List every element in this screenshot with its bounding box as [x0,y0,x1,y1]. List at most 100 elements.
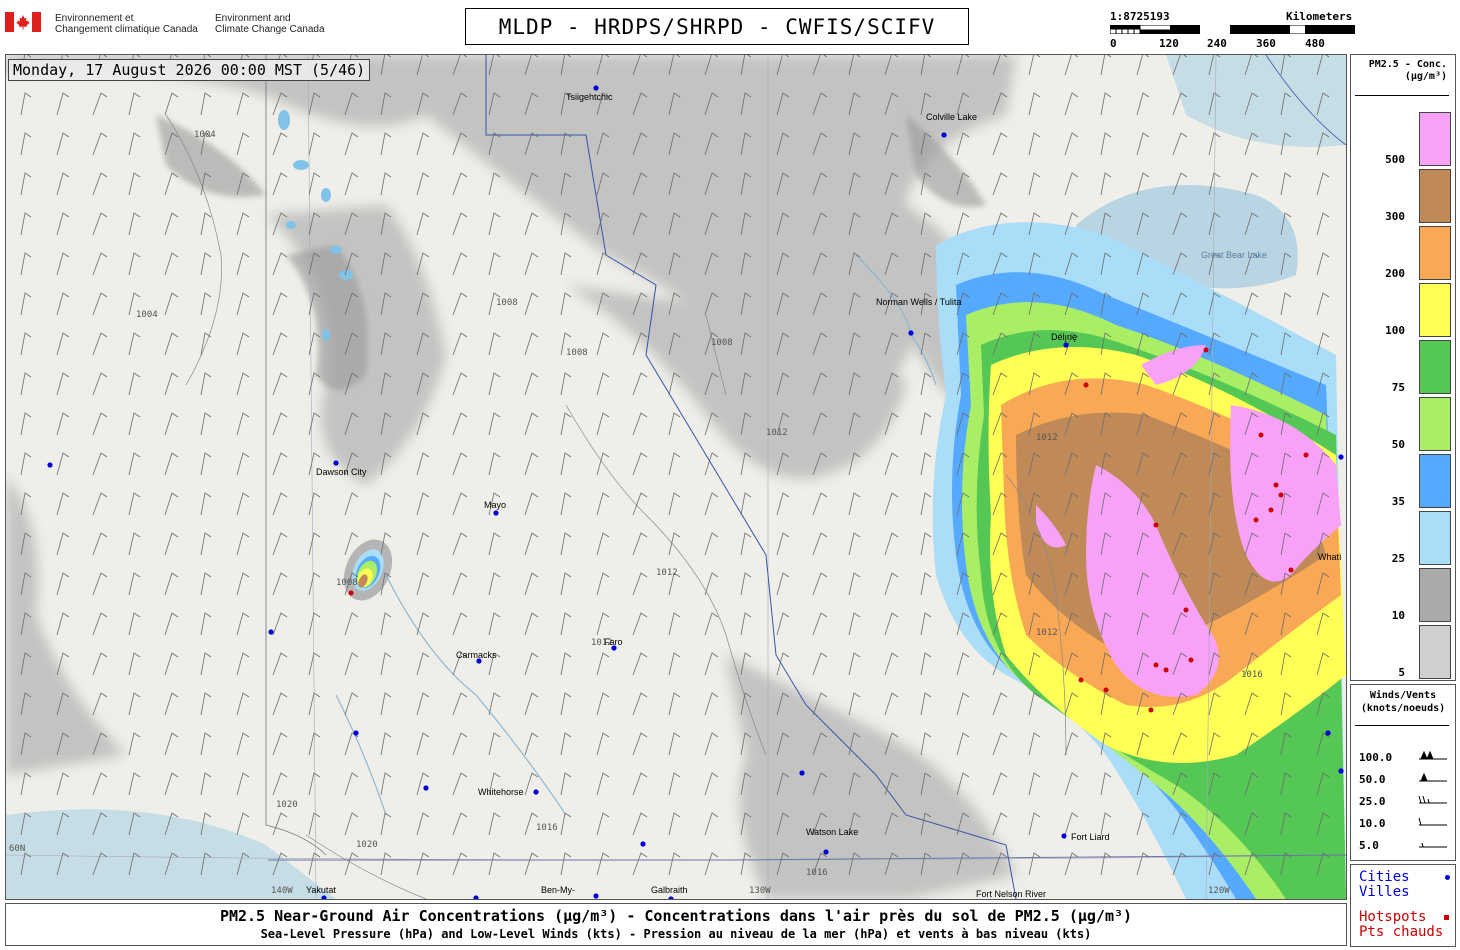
wind-barb [20,772,32,796]
wind-barb [128,412,141,436]
wind-barb [884,692,899,716]
wind-legend-value: 25.0 [1359,795,1386,808]
wind-barb [200,612,212,636]
wind-barb [200,452,212,476]
wind-barb [1064,132,1079,156]
wind-barb [380,652,392,676]
wind-barb [308,412,321,436]
wind-barb [452,252,468,276]
wind-barb [20,172,32,196]
wind-barb [164,692,179,716]
wind-barb [344,812,359,836]
points-legend: Cities Villes Hotspots Pts chauds [1350,864,1456,947]
wind-legend-value: 50.0 [1359,773,1386,786]
wind-barb [344,772,359,796]
wind-barb [452,572,468,596]
wind-barb [1316,252,1330,276]
wind-barb [488,732,501,756]
isobar-label: 1004 [136,310,158,320]
city-label-fort-liard: Fort Liard [1071,832,1110,842]
lake-label-great-bear: Great Bear Lake [1201,250,1267,260]
wind-barb [272,732,288,756]
wind-barb [704,652,719,676]
wind-barb [92,772,108,796]
wind-barb [488,572,501,596]
wind-barb [632,732,648,756]
wind-barb [560,532,572,556]
wind-barb [164,612,179,636]
wind-barb [956,652,970,676]
wind-barb [920,372,932,396]
wind-legend-title: Winds/Vents (knots/noeuds) [1351,689,1455,715]
wind-barb [92,132,108,156]
wind-barb [524,332,539,356]
wind-barb [452,372,468,396]
wind-barb [416,732,430,756]
wind-barb [1280,292,1292,316]
wind-barb [164,372,179,396]
pm25-level-label: 300 [1385,210,1405,223]
wind-barb [632,372,648,396]
wind-barb [164,732,179,756]
wind-barb [920,572,932,596]
wind-barb [272,332,288,356]
wind-barb [200,252,212,276]
wind-barb [128,732,141,756]
wind-barb [416,692,430,716]
wind-barb [560,452,572,476]
wind-barb [668,412,681,436]
smoke-forecast-map[interactable]: 1004 1004 1008 1008 1008 1008 1012 1012 … [5,54,1347,900]
pm25-level-label: 100 [1385,324,1405,337]
wind-barb [632,612,648,636]
wind-barb [596,332,610,356]
wind-barb [164,212,179,236]
hotspots-legend-fr: Pts chauds [1359,924,1444,940]
wind-barb [596,532,610,556]
wind-barb [560,692,572,716]
wind-barb [848,612,861,636]
wind-barb [956,732,970,756]
wind-barb [416,492,430,516]
wind-barb [92,652,108,676]
wind-barb [92,332,108,356]
isobar-label: 1016 [536,823,558,833]
city-label-watson-lake: Watson Lake [806,827,858,837]
scale-tick-360: 360 [1256,37,1276,50]
wind-barb [560,492,572,516]
map-canvas: 1004 1004 1008 1008 1008 1008 1012 1012 … [6,55,1346,899]
wind-barb [344,132,359,156]
wind-barb [452,332,468,356]
wind-barb [704,612,719,636]
wind-barb [452,732,468,756]
city-label-whitehorse: Whitehorse [478,787,524,797]
wind-barb [56,92,70,116]
wind-barb [452,212,468,236]
wind-barb [1100,92,1112,116]
wind-barb [1244,172,1259,196]
wind-legend-value: 5.0 [1359,839,1379,852]
wind-barb [344,852,359,876]
smoke-plume-dawson [343,539,393,601]
pm25-legend-title-line2: (μg/m³) [1404,71,1447,82]
wind-barb [704,732,719,756]
wind-barb [56,172,70,196]
wind-barb [164,492,179,516]
wind-barb [272,532,288,556]
wind-barb [632,812,648,836]
city-label-faro: Faro [604,637,623,647]
wind-barb [380,852,392,876]
wind-barb [236,532,250,556]
scale-tick-480: 480 [1305,37,1325,50]
wind-barb [308,132,321,156]
wind-barb [596,652,610,676]
wind-barb [92,372,108,396]
wind-barb [704,772,719,796]
pm25-swatch-75 [1419,340,1451,394]
wind-barb [308,612,321,636]
wind-barb [164,92,179,116]
wind-barb [308,772,321,796]
wind-barb [560,852,572,876]
wind-barb [668,692,681,716]
wind-barb [128,332,141,356]
cities-legend-en: Cities [1359,869,1410,885]
